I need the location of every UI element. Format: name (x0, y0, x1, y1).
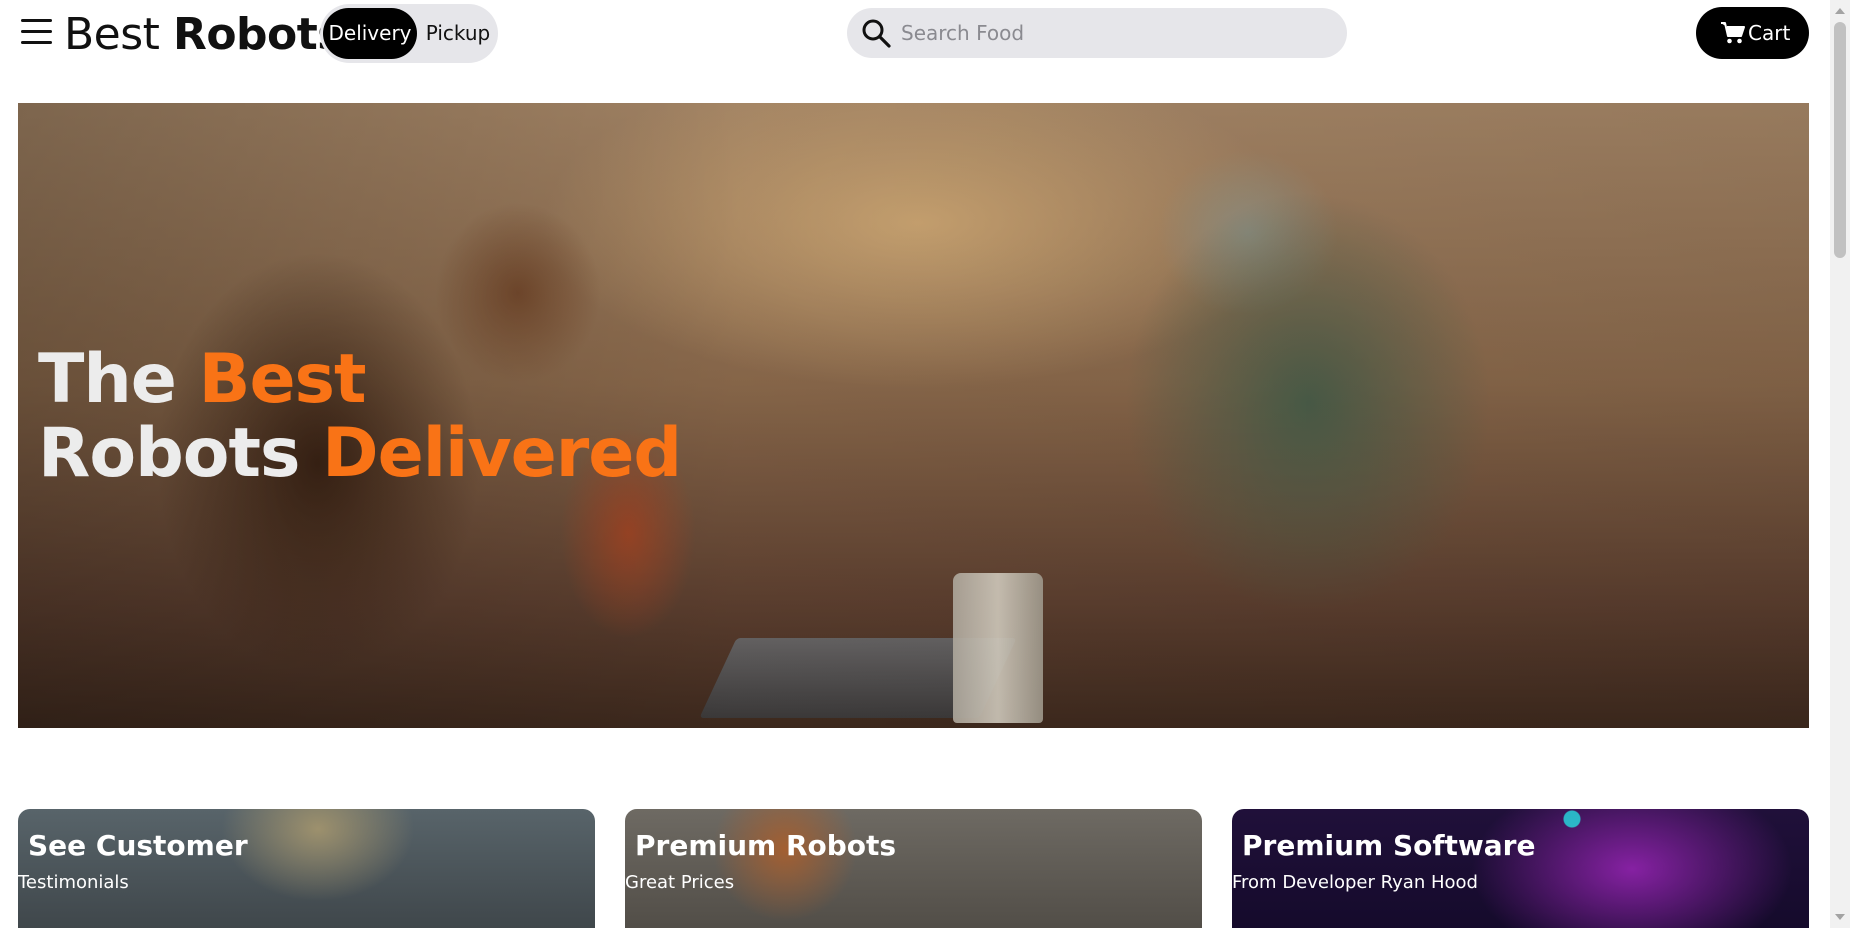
menu-line (21, 19, 52, 22)
hero-line1-accent: Best (198, 340, 367, 419)
menu-icon[interactable] (19, 15, 55, 49)
hero-banner: The Best Robots Delivered (18, 103, 1809, 728)
hero-headline: The Best Robots Delivered (38, 340, 682, 493)
menu-line (21, 41, 52, 44)
card-customer-testimonials[interactable]: See Customer Testimonials (18, 809, 595, 928)
hero-line2-white: Robots (38, 414, 300, 493)
search-icon[interactable] (861, 18, 891, 48)
card-subtitle: Great Prices (625, 872, 735, 893)
hero-line2-accent: Delivered (322, 414, 682, 493)
menu-line (21, 30, 52, 33)
delivery-button[interactable]: Delivery (323, 8, 417, 59)
cart-button[interactable]: Cart (1696, 7, 1809, 59)
brand-word-robots: Robots (172, 9, 344, 60)
scroll-down-arrow-icon[interactable] (1835, 914, 1845, 920)
card-subtitle: From Developer Ryan Hood (1232, 872, 1478, 893)
search-bar (847, 8, 1347, 58)
search-input[interactable] (901, 8, 1331, 58)
page-scrollbar[interactable] (1830, 0, 1850, 928)
delivery-pickup-toggle: Delivery Pickup (320, 4, 498, 63)
card-title: Premium Robots (635, 829, 897, 862)
hero-line1-white: The (38, 340, 177, 419)
cart-label: Cart (1748, 21, 1791, 45)
pickup-button[interactable]: Pickup (420, 8, 496, 59)
card-subtitle: Testimonials (18, 872, 129, 893)
card-title: Premium Software (1242, 829, 1536, 862)
scroll-up-arrow-icon[interactable] (1835, 8, 1845, 14)
card-title: See Customer (28, 829, 248, 862)
cart-icon (1721, 22, 1745, 44)
brand-word-best: Best (64, 9, 160, 60)
top-nav: Best Robots Delivery Pickup Cart (0, 0, 1830, 70)
scrollbar-thumb[interactable] (1834, 22, 1846, 258)
card-premium-robots[interactable]: Premium Robots Great Prices (625, 809, 1202, 928)
brand-logo[interactable]: Best Robots (64, 8, 344, 62)
card-premium-software[interactable]: Premium Software From Developer Ryan Hoo… (1232, 809, 1809, 928)
